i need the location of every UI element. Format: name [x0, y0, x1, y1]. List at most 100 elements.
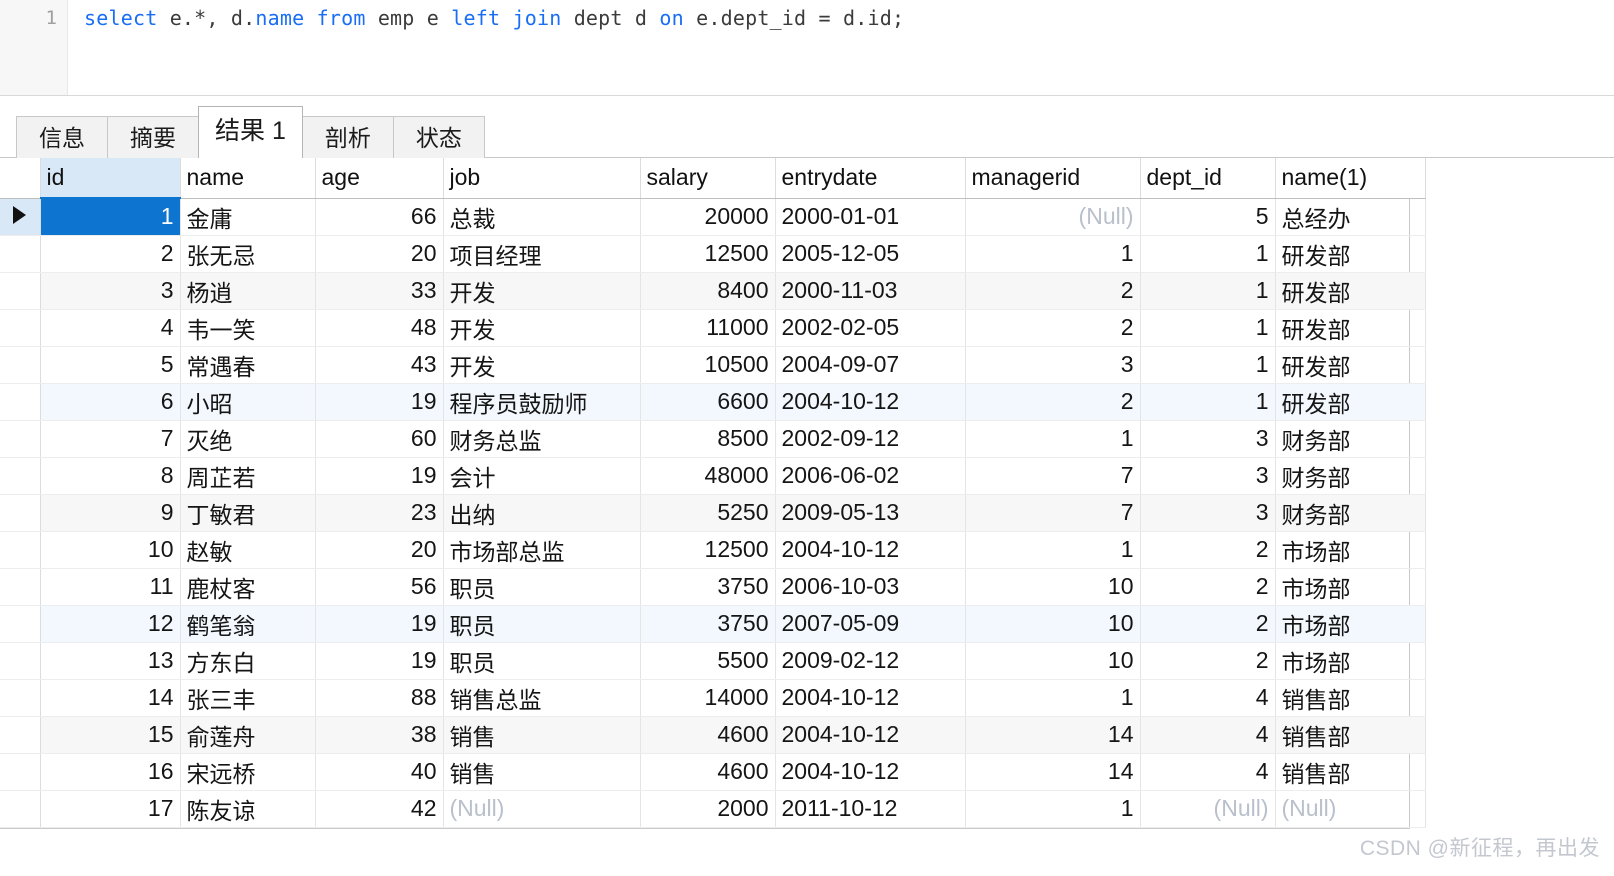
row-indicator[interactable] [0, 531, 41, 569]
cell-name1[interactable]: 财务部 [1275, 457, 1426, 495]
cell-job[interactable]: 会计 [443, 457, 641, 495]
tab-3[interactable]: 结果 1 [198, 106, 303, 159]
row-indicator[interactable] [0, 642, 41, 680]
cell-age[interactable]: 19 [315, 457, 444, 495]
cell-managerid[interactable]: 14 [965, 716, 1141, 754]
cell-salary[interactable]: 10500 [640, 346, 776, 384]
cell-name[interactable]: 小昭 [180, 383, 316, 421]
cell-salary[interactable]: 14000 [640, 679, 776, 717]
cell-salary[interactable]: 12500 [640, 235, 776, 273]
cell-name1[interactable]: 市场部 [1275, 531, 1426, 569]
table-row[interactable]: 7 灭绝 60 财务总监 8500 2002-09-12 1 3 财务部 [0, 420, 1426, 458]
cell-managerid[interactable]: 1 [965, 679, 1141, 717]
cell-id[interactable]: 7 [40, 420, 181, 458]
table-row[interactable]: 17 陈友谅 42 (Null) 2000 2011-10-12 1 (Null) (Null) [0, 790, 1426, 828]
cell-name1[interactable]: 财务部 [1275, 494, 1426, 532]
cell-entrydate[interactable]: 2004-10-12 [775, 531, 966, 569]
column-header-name[interactable]: name [180, 158, 316, 199]
cell-dept_id[interactable]: 4 [1140, 753, 1276, 791]
table-row[interactable]: 10 赵敏 20 市场部总监 12500 2004-10-12 1 2 市场部 [0, 531, 1426, 569]
cell-entrydate[interactable]: 2011-10-12 [775, 790, 966, 828]
cell-name1[interactable]: (Null) [1275, 790, 1426, 828]
cell-salary[interactable]: 8400 [640, 272, 776, 310]
cell-job[interactable]: 开发 [443, 272, 641, 310]
cell-managerid[interactable]: 10 [965, 605, 1141, 643]
cell-entrydate[interactable]: 2005-12-05 [775, 235, 966, 273]
cell-job[interactable]: 开发 [443, 346, 641, 384]
sql-query-text[interactable]: select e.*, d.name from emp e left join … [84, 4, 904, 32]
row-indicator[interactable] [0, 790, 41, 828]
cell-id[interactable]: 13 [40, 642, 181, 680]
column-header-name1[interactable]: name(1) [1275, 158, 1426, 199]
cell-age[interactable]: 66 [315, 198, 444, 236]
cell-managerid[interactable]: 1 [965, 790, 1141, 828]
cell-age[interactable]: 19 [315, 383, 444, 421]
cell-name[interactable]: 方东白 [180, 642, 316, 680]
cell-salary[interactable]: 3750 [640, 568, 776, 606]
tab-5[interactable]: 状态 [392, 116, 485, 158]
cell-managerid[interactable]: 1 [965, 420, 1141, 458]
cell-entrydate[interactable]: 2007-05-09 [775, 605, 966, 643]
cell-managerid[interactable]: 14 [965, 753, 1141, 791]
cell-job[interactable]: 开发 [443, 309, 641, 347]
cell-entrydate[interactable]: 2006-06-02 [775, 457, 966, 495]
table-row[interactable]: 4 韦一笑 48 开发 11000 2002-02-05 2 1 研发部 [0, 309, 1426, 347]
cell-managerid[interactable]: 3 [965, 346, 1141, 384]
cell-salary[interactable]: 12500 [640, 531, 776, 569]
cell-name1[interactable]: 财务部 [1275, 420, 1426, 458]
cell-name1[interactable]: 销售部 [1275, 753, 1426, 791]
row-indicator[interactable] [0, 568, 41, 606]
cell-entrydate[interactable]: 2004-10-12 [775, 716, 966, 754]
row-indicator[interactable] [0, 420, 41, 458]
row-indicator[interactable] [0, 753, 41, 791]
cell-name[interactable]: 常遇春 [180, 346, 316, 384]
cell-job[interactable]: 职员 [443, 642, 641, 680]
cell-job[interactable]: 出纳 [443, 494, 641, 532]
cell-job[interactable]: 销售 [443, 753, 641, 791]
cell-job[interactable]: 销售总监 [443, 679, 641, 717]
cell-age[interactable]: 33 [315, 272, 444, 310]
cell-managerid[interactable]: 1 [965, 235, 1141, 273]
cell-id[interactable]: 8 [40, 457, 181, 495]
cell-name[interactable]: 张三丰 [180, 679, 316, 717]
cell-age[interactable]: 88 [315, 679, 444, 717]
cell-entrydate[interactable]: 2009-05-13 [775, 494, 966, 532]
cell-name1[interactable]: 销售部 [1275, 716, 1426, 754]
cell-name[interactable]: 张无忌 [180, 235, 316, 273]
cell-age[interactable]: 38 [315, 716, 444, 754]
cell-name[interactable]: 灭绝 [180, 420, 316, 458]
cell-salary[interactable]: 5500 [640, 642, 776, 680]
cell-managerid[interactable]: 7 [965, 457, 1141, 495]
cell-name[interactable]: 鹿杖客 [180, 568, 316, 606]
table-row[interactable]: 12 鹤笔翁 19 职员 3750 2007-05-09 10 2 市场部 [0, 605, 1426, 643]
cell-salary[interactable]: 2000 [640, 790, 776, 828]
cell-age[interactable]: 42 [315, 790, 444, 828]
cell-job[interactable]: 财务总监 [443, 420, 641, 458]
cell-managerid[interactable]: 2 [965, 309, 1141, 347]
cell-job[interactable]: (Null) [443, 790, 641, 828]
cell-name[interactable]: 俞莲舟 [180, 716, 316, 754]
cell-dept_id[interactable]: 3 [1140, 420, 1276, 458]
row-indicator[interactable] [0, 235, 41, 273]
cell-entrydate[interactable]: 2004-10-12 [775, 679, 966, 717]
cell-age[interactable]: 40 [315, 753, 444, 791]
cell-id[interactable]: 4 [40, 309, 181, 347]
cell-salary[interactable]: 4600 [640, 753, 776, 791]
cell-age[interactable]: 23 [315, 494, 444, 532]
cell-id[interactable]: 10 [40, 531, 181, 569]
tab-2[interactable]: 摘要 [107, 116, 199, 158]
cell-managerid[interactable]: (Null) [965, 198, 1141, 236]
cell-id[interactable]: 12 [40, 605, 181, 643]
cell-entrydate[interactable]: 2000-11-03 [775, 272, 966, 310]
cell-id[interactable]: 6 [40, 383, 181, 421]
cell-name1[interactable]: 研发部 [1275, 272, 1426, 310]
cell-dept_id[interactable]: 2 [1140, 568, 1276, 606]
cell-job[interactable]: 总裁 [443, 198, 641, 236]
cell-dept_id[interactable]: 3 [1140, 494, 1276, 532]
table-row[interactable]: 15 俞莲舟 38 销售 4600 2004-10-12 14 4 销售部 [0, 716, 1426, 754]
cell-job[interactable]: 项目经理 [443, 235, 641, 273]
cell-age[interactable]: 20 [315, 235, 444, 273]
cell-age[interactable]: 19 [315, 605, 444, 643]
cell-managerid[interactable]: 10 [965, 568, 1141, 606]
cell-age[interactable]: 56 [315, 568, 444, 606]
